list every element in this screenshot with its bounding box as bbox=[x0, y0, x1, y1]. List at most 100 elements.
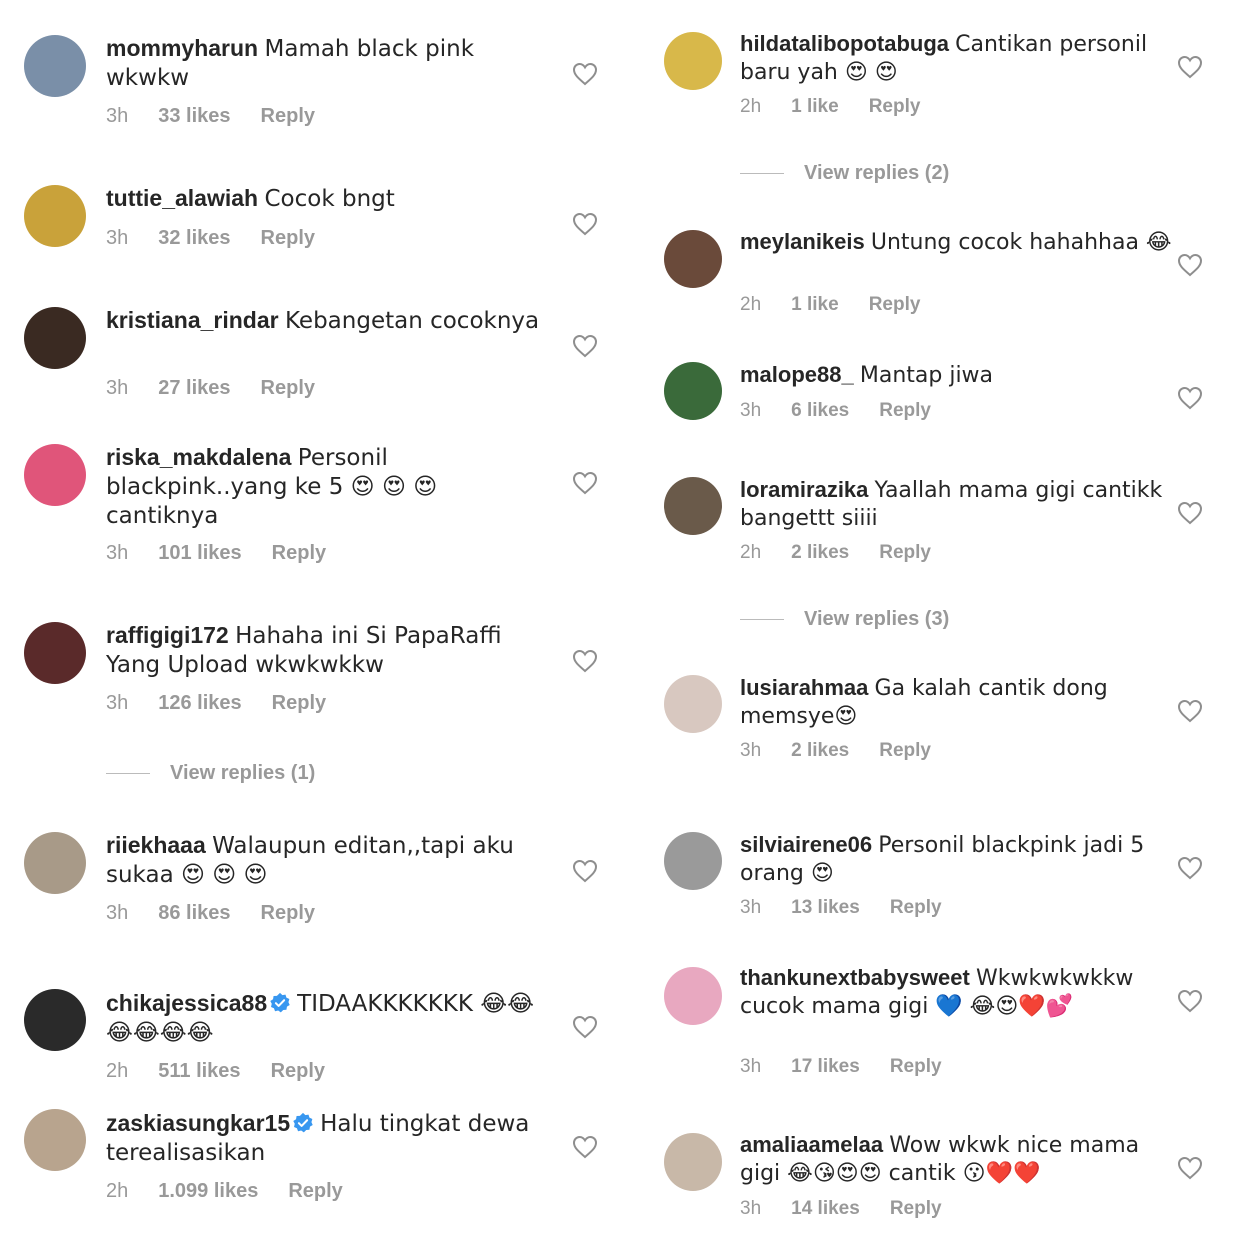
comment-username[interactable]: meylanikeis bbox=[740, 229, 865, 254]
like-heart-button[interactable] bbox=[1177, 501, 1203, 525]
comment-username[interactable]: thankunextbabysweet bbox=[740, 965, 970, 990]
like-heart-button[interactable] bbox=[572, 1015, 598, 1039]
avatar[interactable] bbox=[24, 622, 86, 684]
comment-meta: 2h 2 likes Reply bbox=[740, 542, 961, 564]
likes-count[interactable]: 101 likes bbox=[158, 542, 241, 564]
avatar[interactable] bbox=[24, 832, 86, 894]
comment-meta: 3h 6 likes Reply bbox=[740, 400, 961, 422]
reply-button[interactable]: Reply bbox=[261, 377, 315, 399]
reply-button[interactable]: Reply bbox=[890, 1056, 942, 1077]
reply-button[interactable]: Reply bbox=[869, 96, 921, 117]
likes-count[interactable]: 1.099 likes bbox=[158, 1180, 258, 1202]
avatar[interactable] bbox=[664, 967, 722, 1025]
like-heart-button[interactable] bbox=[1177, 989, 1203, 1013]
like-heart-button[interactable] bbox=[572, 649, 598, 673]
likes-count[interactable]: 32 likes bbox=[158, 227, 230, 249]
comment-username[interactable]: chikajessica88 bbox=[106, 990, 267, 1016]
like-heart-button[interactable] bbox=[572, 859, 598, 883]
like-heart-button[interactable] bbox=[1177, 699, 1203, 723]
likes-count[interactable]: 511 likes bbox=[158, 1060, 240, 1082]
view-replies-label[interactable]: View replies (2) bbox=[804, 162, 949, 184]
comment-time: 3h bbox=[740, 1198, 762, 1219]
like-heart-button[interactable] bbox=[1177, 253, 1203, 277]
avatar[interactable] bbox=[24, 35, 86, 97]
likes-count[interactable]: 17 likes bbox=[791, 1056, 860, 1077]
like-heart-button[interactable] bbox=[572, 1135, 598, 1159]
likes-count[interactable]: 13 likes bbox=[791, 897, 860, 918]
avatar[interactable] bbox=[24, 444, 86, 506]
likes-count[interactable]: 27 likes bbox=[158, 377, 230, 399]
heart-icon bbox=[1177, 386, 1203, 410]
comment-time: 3h bbox=[106, 377, 129, 399]
comment-username[interactable]: tuttie_alawiah bbox=[106, 185, 258, 211]
comment-body: amaliaamelaa Wow wkwk nice mama gigi 😂😘😍… bbox=[740, 1131, 1173, 1187]
comment-username[interactable]: amaliaamelaa bbox=[740, 1132, 883, 1157]
reply-button[interactable]: Reply bbox=[272, 542, 326, 564]
view-replies-button[interactable]: View replies (2) bbox=[740, 162, 949, 185]
reply-button[interactable]: Reply bbox=[261, 227, 315, 249]
likes-count[interactable]: 1 like bbox=[791, 294, 839, 315]
likes-count[interactable]: 126 likes bbox=[158, 692, 241, 714]
reply-button[interactable]: Reply bbox=[869, 294, 921, 315]
reply-button[interactable]: Reply bbox=[261, 902, 315, 924]
reply-button[interactable]: Reply bbox=[879, 740, 931, 761]
avatar[interactable] bbox=[24, 1109, 86, 1171]
reply-button[interactable]: Reply bbox=[879, 400, 931, 421]
avatar[interactable] bbox=[664, 32, 722, 90]
like-heart-button[interactable] bbox=[1177, 856, 1203, 880]
view-replies-button[interactable]: View replies (3) bbox=[740, 608, 949, 631]
comment-meta: 3h 33 likes Reply bbox=[106, 105, 345, 128]
like-heart-button[interactable] bbox=[572, 334, 598, 358]
likes-count[interactable]: 6 likes bbox=[791, 400, 849, 421]
comment-meta: 2h 511 likes Reply bbox=[106, 1060, 355, 1083]
comment-meta: 3h 126 likes Reply bbox=[106, 692, 356, 715]
likes-count[interactable]: 2 likes bbox=[791, 542, 849, 563]
comment-username[interactable]: malope88_ bbox=[740, 362, 854, 387]
reply-button[interactable]: Reply bbox=[879, 542, 931, 563]
comment-username[interactable]: kristiana_rindar bbox=[106, 307, 279, 333]
reply-button[interactable]: Reply bbox=[271, 1060, 325, 1082]
avatar[interactable] bbox=[24, 307, 86, 369]
reply-button[interactable]: Reply bbox=[288, 1180, 342, 1202]
comment-username[interactable]: riiekhaaa bbox=[106, 832, 206, 858]
avatar[interactable] bbox=[24, 989, 86, 1051]
reply-button[interactable]: Reply bbox=[261, 105, 315, 127]
comment-username[interactable]: lusiarahmaa bbox=[740, 675, 868, 700]
like-heart-button[interactable] bbox=[572, 62, 598, 86]
reply-button[interactable]: Reply bbox=[890, 1198, 942, 1219]
likes-count[interactable]: 2 likes bbox=[791, 740, 849, 761]
reply-button[interactable]: Reply bbox=[890, 897, 942, 918]
like-heart-button[interactable] bbox=[1177, 1156, 1203, 1180]
comment-username[interactable]: hildatalibopotabuga bbox=[740, 31, 949, 56]
avatar[interactable] bbox=[664, 362, 722, 420]
comment-body: malope88_ Mantap jiwa bbox=[740, 361, 1173, 389]
avatar[interactable] bbox=[664, 230, 722, 288]
view-replies-label[interactable]: View replies (3) bbox=[804, 608, 949, 630]
comment-body: thankunextbabysweet Wkwkwkwkkw cucok mam… bbox=[740, 964, 1173, 1020]
likes-count[interactable]: 14 likes bbox=[791, 1198, 860, 1219]
comment-username[interactable]: raffigigi172 bbox=[106, 622, 229, 648]
likes-count[interactable]: 1 like bbox=[791, 96, 839, 117]
like-heart-button[interactable] bbox=[572, 212, 598, 236]
comment-time: 3h bbox=[740, 740, 762, 761]
comment-username[interactable]: zaskiasungkar15 bbox=[106, 1110, 290, 1136]
view-replies-button[interactable]: View replies (1) bbox=[106, 762, 315, 785]
reply-button[interactable]: Reply bbox=[272, 692, 326, 714]
avatar[interactable] bbox=[664, 675, 722, 733]
avatar[interactable] bbox=[24, 185, 86, 247]
comment-username[interactable]: mommyharun bbox=[106, 35, 258, 61]
like-heart-button[interactable] bbox=[1177, 55, 1203, 79]
comment-username[interactable]: riska_makdalena bbox=[106, 444, 291, 470]
avatar[interactable] bbox=[664, 477, 722, 535]
likes-count[interactable]: 86 likes bbox=[158, 902, 230, 924]
comment-meta: 3h 86 likes Reply bbox=[106, 902, 345, 925]
comment-username[interactable]: loramirazika bbox=[740, 477, 868, 502]
likes-count[interactable]: 33 likes bbox=[158, 105, 230, 127]
comment-body: meylanikeis Untung cocok hahahhaa 😂 bbox=[740, 228, 1173, 256]
comment-username[interactable]: silviairene06 bbox=[740, 832, 872, 857]
avatar[interactable] bbox=[664, 832, 722, 890]
like-heart-button[interactable] bbox=[572, 471, 598, 495]
view-replies-label[interactable]: View replies (1) bbox=[170, 762, 315, 784]
like-heart-button[interactable] bbox=[1177, 386, 1203, 410]
avatar[interactable] bbox=[664, 1133, 722, 1191]
